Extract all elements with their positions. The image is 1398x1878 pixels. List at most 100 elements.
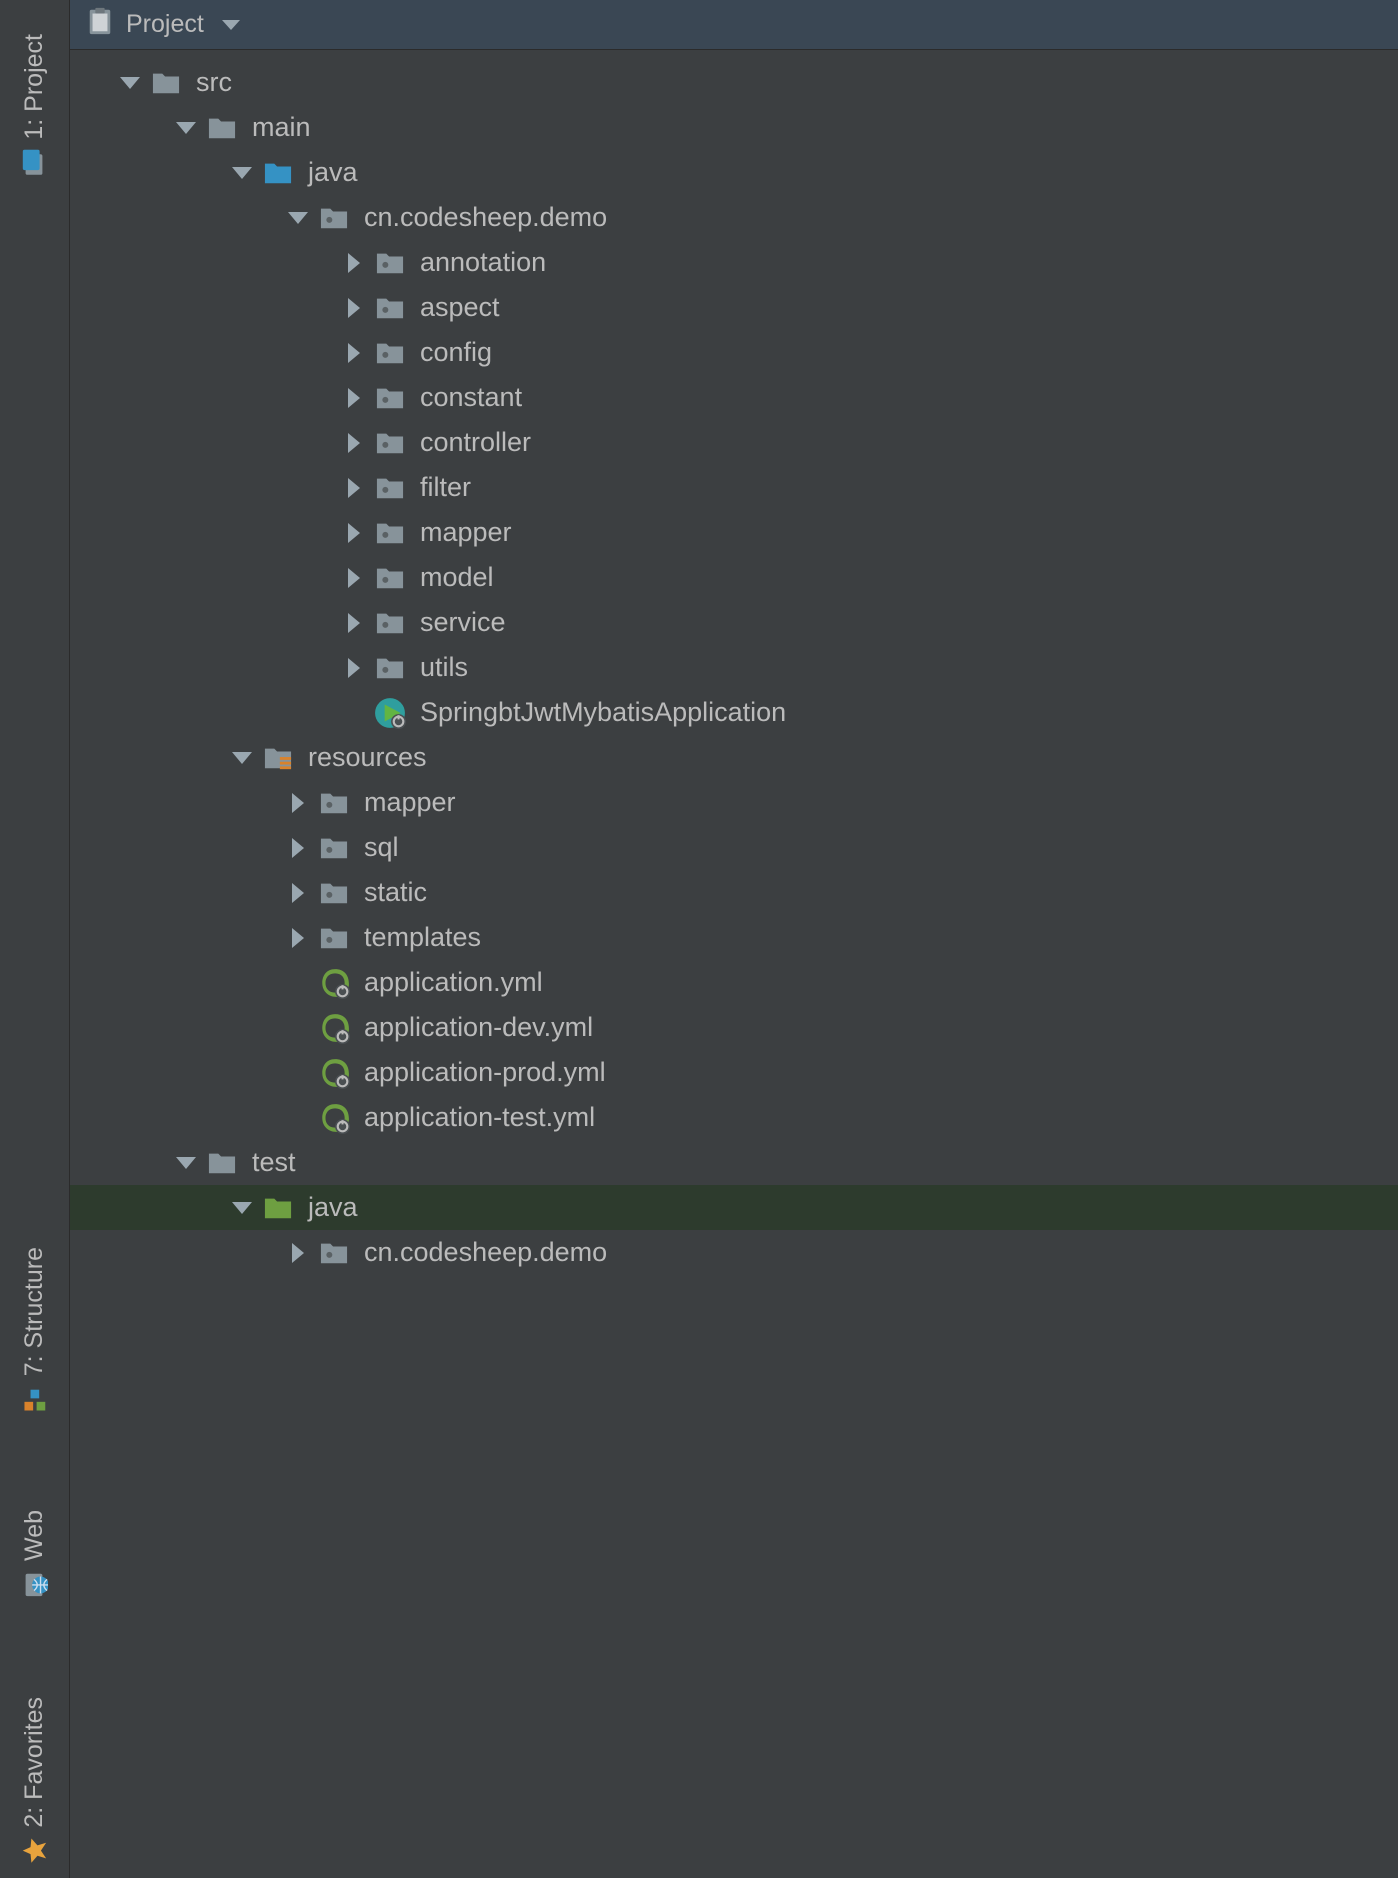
chevron-down-icon[interactable] — [172, 122, 200, 134]
tree-node-label: cn.codesheep.demo — [364, 1237, 607, 1268]
gutter-project-label: 1: Project — [20, 34, 49, 140]
tree-node-label: test — [252, 1147, 296, 1178]
chevron-right-icon[interactable] — [284, 1243, 312, 1263]
package-icon — [318, 879, 354, 907]
tree-node-label: filter — [420, 472, 471, 503]
tree-node-pkg2[interactable]: cn.codesheep.demo — [70, 1230, 1398, 1275]
chevron-right-icon[interactable] — [340, 568, 368, 588]
spring-class-icon — [374, 697, 410, 729]
chevron-right-icon[interactable] — [340, 658, 368, 678]
chevron-down-icon[interactable] — [284, 212, 312, 224]
spring-file-icon — [318, 967, 354, 999]
tree-node-sql[interactable]: sql — [70, 825, 1398, 870]
tree-node-label: application-dev.yml — [364, 1012, 593, 1043]
tree-node-filter[interactable]: filter — [70, 465, 1398, 510]
chevron-right-icon[interactable] — [284, 793, 312, 813]
chevron-right-icon[interactable] — [340, 523, 368, 543]
gutter-web-label: Web — [20, 1510, 49, 1561]
tree-node-appyml[interactable]: application.yml — [70, 960, 1398, 1005]
dropdown-caret-icon[interactable] — [222, 20, 240, 30]
package-icon — [374, 654, 410, 682]
gutter-structure[interactable]: 7: Structure — [14, 1233, 55, 1426]
tree-node-label: cn.codesheep.demo — [364, 202, 607, 233]
gutter-web[interactable]: Web — [14, 1496, 55, 1613]
gutter-structure-label: 7: Structure — [20, 1247, 49, 1376]
tree-node-label: sql — [364, 832, 399, 863]
chevron-right-icon[interactable] — [340, 343, 368, 363]
tree-node-label: mapper — [420, 517, 512, 548]
tree-node-resources[interactable]: resources — [70, 735, 1398, 780]
chevron-down-icon[interactable] — [116, 77, 144, 89]
tree-node-label: annotation — [420, 247, 546, 278]
chevron-right-icon[interactable] — [284, 838, 312, 858]
tree-node-label: main — [252, 112, 311, 143]
folder-gray-icon — [206, 1149, 242, 1177]
project-gutter-icon — [21, 150, 49, 178]
tree-node-label: utils — [420, 652, 468, 683]
chevron-right-icon[interactable] — [340, 253, 368, 273]
chevron-right-icon[interactable] — [340, 613, 368, 633]
package-icon — [318, 1239, 354, 1267]
tree-node-anno[interactable]: annotation — [70, 240, 1398, 285]
chevron-right-icon[interactable] — [340, 478, 368, 498]
package-icon — [374, 474, 410, 502]
chevron-right-icon[interactable] — [340, 388, 368, 408]
tree-node-label: static — [364, 877, 427, 908]
gutter-project[interactable]: 1: Project — [14, 20, 55, 192]
chevron-down-icon[interactable] — [172, 1157, 200, 1169]
package-icon — [374, 429, 410, 457]
tree-node-src[interactable]: src — [70, 60, 1398, 105]
tree-node-appyml2[interactable]: application-dev.yml — [70, 1005, 1398, 1050]
tree-node-appyml4[interactable]: application-test.yml — [70, 1095, 1398, 1140]
tree-node-label: java — [308, 1192, 358, 1223]
chevron-right-icon[interactable] — [284, 883, 312, 903]
package-icon — [318, 924, 354, 952]
chevron-right-icon[interactable] — [340, 298, 368, 318]
tree-node-label: resources — [308, 742, 427, 773]
chevron-down-icon[interactable] — [228, 167, 256, 179]
tree-node-label: SpringbtJwtMybatisApplication — [420, 697, 786, 728]
gutter-favorites[interactable]: 2: Favorites — [14, 1683, 55, 1878]
chevron-right-icon[interactable] — [340, 433, 368, 453]
folder-res-icon — [262, 744, 298, 772]
spring-file-icon — [318, 1057, 354, 1089]
package-icon — [374, 519, 410, 547]
package-icon — [374, 564, 410, 592]
tree-node-main[interactable]: main — [70, 105, 1398, 150]
tree-node-config[interactable]: config — [70, 330, 1398, 375]
spring-file-icon — [318, 1012, 354, 1044]
tree-node-controller[interactable]: controller — [70, 420, 1398, 465]
tree-node-rmapper[interactable]: mapper — [70, 780, 1398, 825]
tree-node-utils[interactable]: utils — [70, 645, 1398, 690]
tree-node-java1[interactable]: java — [70, 150, 1398, 195]
tree-node-templates[interactable]: templates — [70, 915, 1398, 960]
tree-node-label: java — [308, 157, 358, 188]
folder-blue-icon — [262, 159, 298, 187]
tree-node-aspect[interactable]: aspect — [70, 285, 1398, 330]
star-icon — [22, 1838, 48, 1864]
chevron-right-icon[interactable] — [284, 928, 312, 948]
chevron-down-icon[interactable] — [228, 1202, 256, 1214]
tree-node-model[interactable]: model — [70, 555, 1398, 600]
web-icon — [21, 1571, 49, 1599]
tree-node-mapper[interactable]: mapper — [70, 510, 1398, 555]
package-icon — [318, 834, 354, 862]
tree-node-label: application.yml — [364, 967, 543, 998]
tree-node-appclass[interactable]: SpringbtJwtMybatisApplication — [70, 690, 1398, 735]
package-icon — [374, 609, 410, 637]
spring-file-icon — [318, 1102, 354, 1134]
package-icon — [318, 789, 354, 817]
tree-node-pkg1[interactable]: cn.codesheep.demo — [70, 195, 1398, 240]
tree-node-constant[interactable]: constant — [70, 375, 1398, 420]
tree-node-appyml3[interactable]: application-prod.yml — [70, 1050, 1398, 1095]
tree-node-label: model — [420, 562, 494, 593]
tree-node-test[interactable]: test — [70, 1140, 1398, 1185]
clipboard-icon — [86, 6, 114, 43]
tree-node-static[interactable]: static — [70, 870, 1398, 915]
chevron-down-icon[interactable] — [228, 752, 256, 764]
project-panel-header[interactable]: Project — [70, 0, 1398, 50]
tree-node-java2[interactable]: java — [70, 1185, 1398, 1230]
folder-green-icon — [262, 1194, 298, 1222]
project-tree[interactable]: srcmainjavacn.codesheep.demoannotationas… — [70, 50, 1398, 1878]
tree-node-service[interactable]: service — [70, 600, 1398, 645]
